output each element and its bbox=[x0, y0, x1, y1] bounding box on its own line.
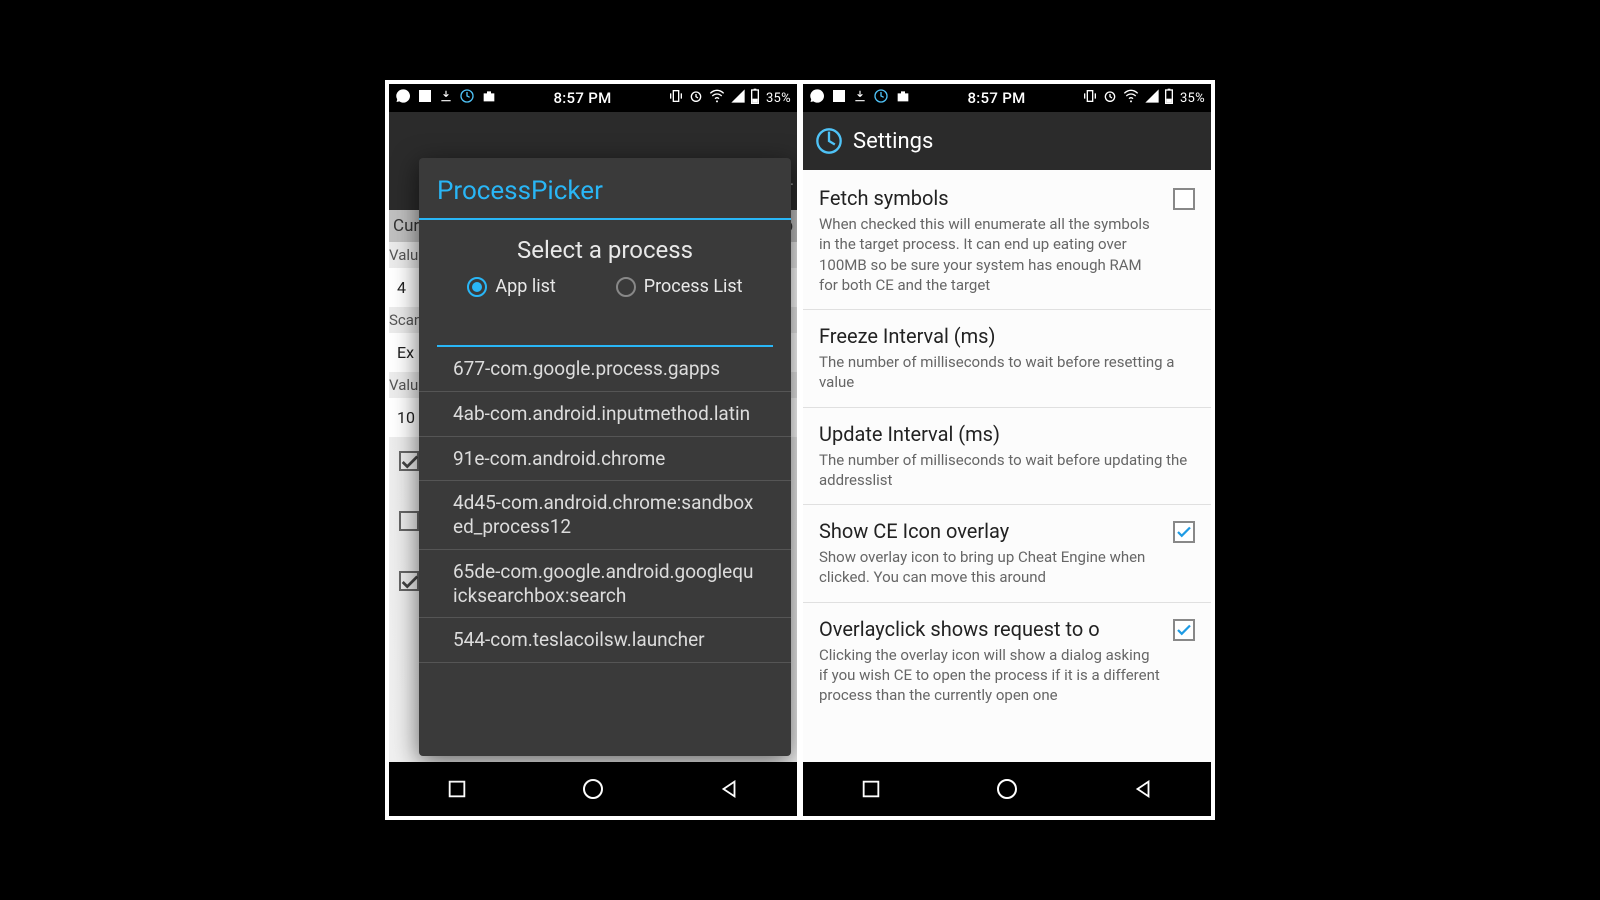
setting-title: Freeze Interval (ms) bbox=[819, 324, 1195, 348]
image-icon bbox=[831, 88, 847, 108]
setting-desc: Show overlay icon to bring up Cheat Engi… bbox=[819, 547, 1161, 588]
status-bar: 8:57 PM 35% bbox=[803, 84, 1211, 112]
cheat-engine-icon bbox=[815, 127, 843, 155]
screen2-content: Settings Fetch symbols When checked this… bbox=[803, 112, 1211, 762]
setting-update-interval[interactable]: Update Interval (ms) The number of milli… bbox=[803, 408, 1211, 506]
radio-icon bbox=[616, 277, 636, 297]
setting-desc: The number of milliseconds to wait befor… bbox=[819, 352, 1195, 393]
settings-list[interactable]: Fetch symbols When checked this will enu… bbox=[803, 170, 1211, 762]
nav-bar bbox=[803, 762, 1211, 816]
setting-show-overlay[interactable]: Show CE Icon overlay Show overlay icon t… bbox=[803, 505, 1211, 603]
alarm-icon bbox=[688, 88, 704, 108]
nav-recent-button[interactable] bbox=[440, 772, 474, 806]
setting-fetch-symbols[interactable]: Fetch symbols When checked this will enu… bbox=[803, 172, 1211, 310]
nav-home-button[interactable] bbox=[990, 772, 1024, 806]
setting-desc: Clicking the overlay icon will show a di… bbox=[819, 645, 1161, 706]
wifi-icon bbox=[1122, 88, 1140, 108]
bg-check-1[interactable] bbox=[399, 451, 419, 471]
process-item[interactable]: 4ab-com.android.inputmethod.latin bbox=[419, 392, 791, 437]
phone-right: 8:57 PM 35% Settings Fetch sym bbox=[803, 84, 1211, 816]
radio-app-list-label: App list bbox=[495, 276, 555, 297]
setting-title: Fetch symbols bbox=[819, 186, 1161, 210]
process-item[interactable]: 4d45-com.android.chrome:sandboxed_proces… bbox=[419, 481, 791, 550]
ce-notification-icon bbox=[873, 88, 889, 108]
status-time: 8:57 PM bbox=[497, 89, 668, 107]
battery-icon bbox=[750, 88, 760, 108]
process-search-input[interactable] bbox=[437, 317, 773, 347]
process-item[interactable]: 91e-com.android.chrome bbox=[419, 437, 791, 482]
signal-icon bbox=[730, 88, 746, 108]
checkbox[interactable] bbox=[1173, 619, 1195, 641]
radio-app-list[interactable]: App list bbox=[467, 276, 555, 297]
bg-check-2[interactable] bbox=[399, 511, 419, 531]
status-time: 8:57 PM bbox=[911, 89, 1082, 107]
nav-back-button[interactable] bbox=[1126, 772, 1160, 806]
process-item[interactable]: 677-com.google.process.gapps bbox=[419, 347, 791, 392]
signal-icon bbox=[1144, 88, 1160, 108]
battery-icon bbox=[1164, 88, 1174, 108]
whatsapp-icon bbox=[395, 88, 411, 108]
ce-notification-icon bbox=[459, 88, 475, 108]
process-picker-dialog: ProcessPicker Select a process App list … bbox=[419, 158, 791, 756]
setting-title: Overlayclick shows request to o bbox=[819, 617, 1161, 641]
setting-title: Update Interval (ms) bbox=[819, 422, 1195, 446]
image-icon bbox=[417, 88, 433, 108]
dialog-title: ProcessPicker bbox=[419, 158, 791, 220]
process-item[interactable]: 544-com.teslacoilsw.launcher bbox=[419, 618, 791, 663]
process-item[interactable]: 65de-com.google.android.googlequicksearc… bbox=[419, 550, 791, 619]
radio-process-list-label: Process List bbox=[644, 276, 743, 297]
status-bar: 8:57 PM 35% bbox=[389, 84, 797, 112]
bg-check-3[interactable] bbox=[399, 571, 419, 591]
setting-freeze-interval[interactable]: Freeze Interval (ms) The number of milli… bbox=[803, 310, 1211, 408]
briefcase-icon bbox=[481, 88, 497, 108]
whatsapp-icon bbox=[809, 88, 825, 108]
setting-desc: When checked this will enumerate all the… bbox=[819, 214, 1161, 295]
radio-row: App list Process List bbox=[419, 270, 791, 311]
battery-text: 35% bbox=[1180, 91, 1205, 106]
dual-screenshot-frame: 8:57 PM 35% ST Curr limb Valu bbox=[385, 80, 1215, 820]
vibrate-icon bbox=[1082, 88, 1098, 108]
checkbox[interactable] bbox=[1173, 188, 1195, 210]
nav-recent-button[interactable] bbox=[854, 772, 888, 806]
battery-text: 35% bbox=[766, 91, 791, 106]
download-icon bbox=[439, 88, 453, 108]
setting-title: Show CE Icon overlay bbox=[819, 519, 1161, 543]
process-list[interactable]: 677-com.google.process.gapps 4ab-com.and… bbox=[419, 347, 791, 756]
briefcase-icon bbox=[895, 88, 911, 108]
nav-back-button[interactable] bbox=[712, 772, 746, 806]
setting-overlayclick[interactable]: Overlayclick shows request to o Clicking… bbox=[803, 603, 1211, 720]
nav-home-button[interactable] bbox=[576, 772, 610, 806]
settings-header: Settings bbox=[803, 112, 1211, 170]
phone-left: 8:57 PM 35% ST Curr limb Valu bbox=[389, 84, 797, 816]
checkbox[interactable] bbox=[1173, 521, 1195, 543]
alarm-icon bbox=[1102, 88, 1118, 108]
radio-icon bbox=[467, 277, 487, 297]
dialog-subtitle: Select a process bbox=[419, 220, 791, 270]
vibrate-icon bbox=[668, 88, 684, 108]
radio-process-list[interactable]: Process List bbox=[616, 276, 743, 297]
nav-bar bbox=[389, 762, 797, 816]
settings-title: Settings bbox=[853, 129, 933, 154]
screen1-content: ST Curr limb Valu 4 Scan Ex Valu 10 bbox=[389, 112, 797, 762]
download-icon bbox=[853, 88, 867, 108]
wifi-icon bbox=[708, 88, 726, 108]
setting-desc: The number of milliseconds to wait befor… bbox=[819, 450, 1195, 491]
